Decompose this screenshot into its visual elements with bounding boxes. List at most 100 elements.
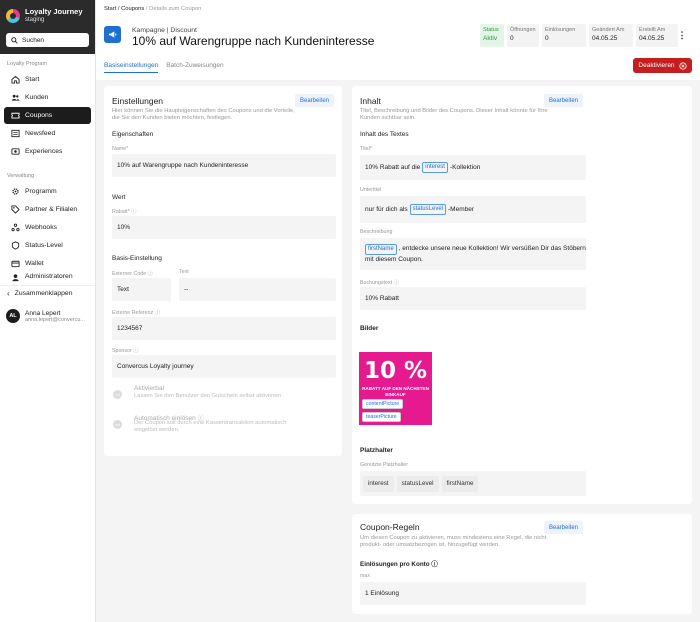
description-text: , entdecke unsere neue Kollektion! Wir v… — [365, 245, 586, 263]
placeholder-chip: statusLevel — [396, 475, 439, 492]
auto-redeem-description: Der Coupon soll durch eine Kassentransak… — [134, 420, 287, 433]
user-email: anna.lepert@convercu... — [25, 316, 86, 323]
wallet-icon — [11, 259, 20, 268]
sidebar-item-label: Administratoren — [25, 273, 73, 280]
admin-icon — [11, 273, 20, 282]
max-redemptions-field[interactable]: 1 Einlösung — [360, 582, 586, 605]
sidebar-item-administratoren[interactable]: Administratoren — [4, 273, 91, 282]
stat-label: Öffnungen — [510, 27, 536, 33]
sidebar-item-label: Wallet — [25, 260, 44, 267]
sidebar-item-label: Start — [25, 76, 40, 83]
used-placeholders-label: Genutzte Platzhalter — [360, 462, 408, 468]
sidebar-item-label: Kunden — [25, 94, 49, 101]
gear-icon — [11, 187, 20, 196]
brand-name: Loyalty Journey — [25, 7, 83, 17]
external-code-text-field[interactable]: -- — [179, 278, 336, 301]
sidebar-item-newsfeed[interactable]: Newsfeed — [4, 125, 91, 142]
stat-label: Erstellt Am — [639, 27, 666, 33]
rules-title: Coupon-Regeln — [360, 522, 420, 532]
tag-icon — [11, 205, 20, 214]
rules-edit-button[interactable]: Bearbeiten — [544, 521, 584, 534]
promo-headline: 10 % — [363, 358, 428, 384]
stat-label: Einlösungen — [545, 27, 576, 33]
external-code-type-field[interactable]: Text — [112, 278, 171, 301]
sidebar-item-start[interactable]: Start — [4, 71, 91, 88]
title-text-suffix: -Kollektion — [449, 164, 481, 171]
sidebar-item-label: Status-Level — [25, 242, 63, 249]
brand[interactable]: Loyalty Journey staging — [6, 5, 89, 27]
max-label: max — [360, 573, 371, 579]
auto-redeem-toggle[interactable]: off — [113, 420, 122, 429]
search-label: Suchen — [22, 36, 45, 44]
sidebar-item-status-level[interactable]: Status-Level — [4, 237, 91, 254]
description-label: Beschreibung — [360, 229, 393, 235]
collapse-sidebar-button[interactable]: ‹ Zusammenklappen — [0, 285, 95, 301]
main-content: Start / Coupons / Details zum Coupon Kam… — [96, 0, 700, 622]
sidebar-item-programm[interactable]: Programm — [4, 183, 91, 200]
text-content-heading: Inhalt des Textes — [360, 131, 409, 138]
stat-created: Erstellt Am 04.05.25 — [636, 24, 678, 47]
user-profile[interactable]: AL Anna Lepert anna.lepert@convercu... — [0, 301, 95, 331]
subtitle-field[interactable]: nur für dich als statusLevel -Member — [360, 196, 586, 223]
booking-text-field[interactable]: 10% Rabatt — [360, 287, 586, 310]
deactivate-button[interactable]: Deaktivieren — [633, 58, 692, 73]
sidebar-item-kunden[interactable]: Kunden — [4, 89, 91, 106]
sidebar-item-label: Programm — [25, 188, 57, 195]
placeholder-chip: interest — [363, 475, 394, 492]
content-picture-tag: contentPicture — [362, 399, 404, 409]
search-icon — [11, 36, 18, 44]
logo-icon — [6, 9, 20, 23]
sidebar-item-wallet[interactable]: Wallet — [4, 255, 91, 272]
close-circle-icon — [678, 61, 687, 70]
brand-environment: staging — [25, 16, 45, 23]
breadcrumb-start[interactable]: Start — [104, 6, 116, 12]
subtitle-label: Untertitel — [360, 187, 382, 193]
activatable-title: Aktivierbar — [134, 385, 165, 392]
rules-description: Um diesen Coupon zu aktivieren, muss min… — [360, 535, 547, 548]
external-code-label-wrap: Externer Code ⓘ — [112, 269, 153, 277]
info-icon: ⓘ — [393, 280, 399, 286]
content-description: Titel, Beschreibung und Bilder des Coupo… — [360, 108, 548, 121]
content-title-field[interactable]: 10% Rabatt auf die interest -Kollektion — [360, 155, 586, 180]
sidebar-item-webhooks[interactable]: Webhooks — [4, 219, 91, 236]
redemptions-per-account-label: Einlösungen pro Konto — [360, 561, 430, 568]
info-icon: ⓘ — [431, 561, 438, 568]
sidebar-item-partner[interactable]: Partner & Filialen — [4, 201, 91, 218]
content-title-label: Titel* — [360, 146, 372, 152]
placeholder-chip-status-level: statusLevel — [409, 204, 446, 215]
more-menu-icon[interactable]: ⋮ — [674, 27, 690, 43]
breadcrumb-coupons[interactable]: Coupons — [121, 6, 144, 12]
settings-edit-button[interactable]: Bearbeiten — [295, 94, 335, 107]
discount-label-wrap: Rabatt* ⓘ — [112, 207, 136, 215]
sidebar-item-coupons[interactable]: Coupons — [4, 107, 91, 124]
stat-value: 04.05.25 — [639, 35, 665, 42]
stat-openings: Öffnungen 0 — [507, 24, 539, 47]
placeholders-heading: Platzhalter — [360, 447, 393, 454]
section-verwaltung: Verwaltung — [7, 173, 35, 179]
tab-batch-zuweisungen[interactable]: Batch-Zuweisungen — [166, 62, 223, 73]
activatable-toggle[interactable]: off — [113, 390, 122, 399]
external-reference-field[interactable]: 1234567 — [112, 317, 336, 340]
page-title: 10% auf Warengruppe nach Kundeninteresse — [132, 34, 375, 48]
name-field[interactable]: 10% auf Warengruppe nach Kundeninteresse — [112, 154, 336, 177]
content-edit-button[interactable]: Bearbeiten — [544, 94, 584, 107]
sponsor-field[interactable]: Convercus Loyalty journey — [112, 355, 336, 378]
info-icon: ⓘ — [147, 271, 153, 277]
discount-field[interactable]: 10% — [112, 216, 336, 239]
search-button[interactable]: Suchen — [6, 33, 89, 47]
chevron-left-icon: ‹ — [7, 289, 10, 298]
name-label: Name* — [112, 146, 129, 152]
ticket-icon — [11, 111, 20, 120]
campaign-icon — [104, 26, 121, 43]
home-icon — [11, 75, 20, 84]
info-icon: ⓘ — [133, 348, 139, 354]
description-field[interactable]: firstName, entdecke unsere neue Kollekti… — [360, 238, 586, 270]
tab-basiseinstellungen[interactable]: Basiseinstellungen — [104, 62, 159, 73]
stat-modified: Geändert Am 04.05.25 — [589, 24, 633, 47]
external-reference-label-wrap: Externe Referenz ⓘ — [112, 308, 160, 316]
settings-description: Hier können Sie die Haupteigenschaften d… — [112, 108, 295, 121]
placeholders-container: interest statusLevel firstName — [360, 471, 586, 496]
sidebar-item-experiences[interactable]: Experiences — [4, 143, 91, 160]
breadcrumb: Start / Coupons / Details zum Coupon — [104, 6, 201, 12]
collapse-label: Zusammenklappen — [14, 290, 73, 297]
